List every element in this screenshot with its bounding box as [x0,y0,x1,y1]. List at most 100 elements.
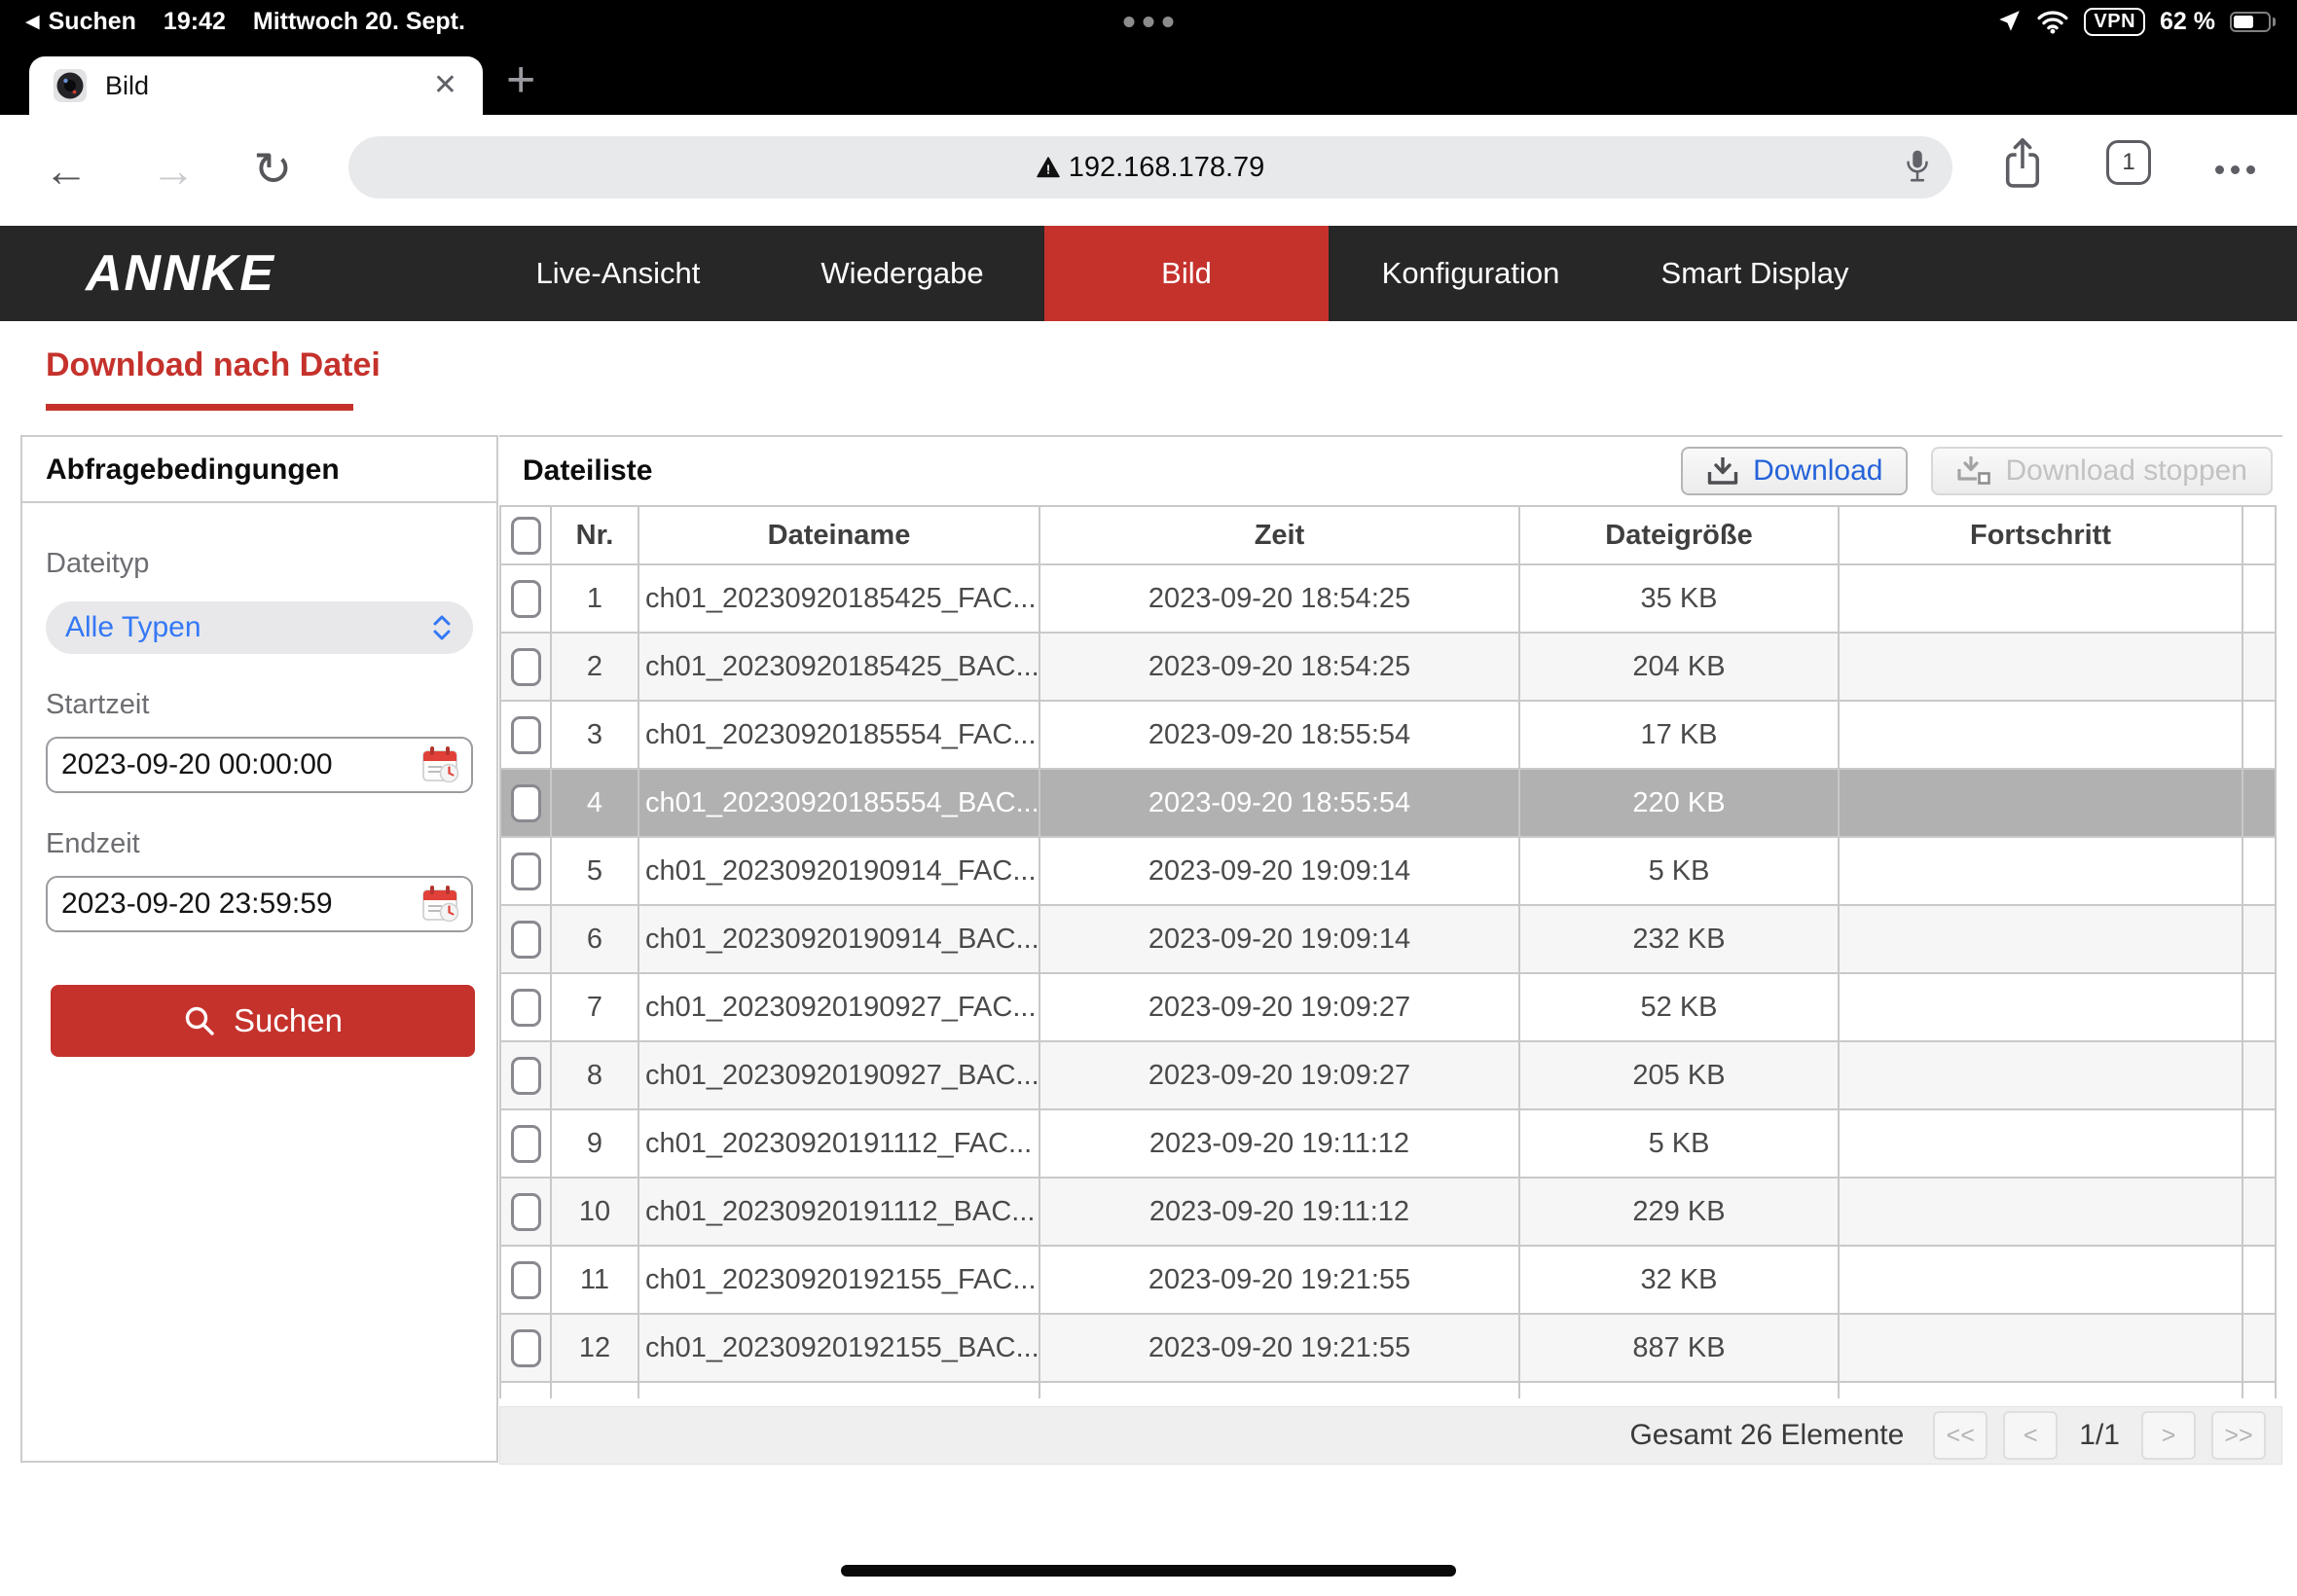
end-time-label: Endzeit [46,828,473,860]
col-header-name: Dateiname [638,506,1039,564]
cell-filename: ch01_20230920191112_FAC... [638,1109,1039,1178]
last-page-button[interactable]: >> [2211,1411,2266,1460]
next-page-button[interactable]: > [2141,1411,2196,1460]
insecure-warning-icon: ! [1037,157,1060,178]
url-text: 192.168.178.79 [1069,152,1265,184]
row-checkbox[interactable] [511,580,541,618]
row-checkbox[interactable] [511,716,541,754]
page-title-underline [46,404,353,411]
col-header-time: Zeit [1039,506,1519,564]
table-row[interactable]: 3 ch01_20230920185554_FAC... 2023-09-20 … [500,701,2276,769]
end-time-input[interactable]: 2023-09-20 23:59:59 [46,876,473,932]
search-button[interactable]: Suchen [51,985,475,1057]
cell-size: 52 KB [1519,973,1839,1041]
cell-progress [1839,564,2242,633]
share-button[interactable] [2001,136,2044,196]
file-table: Nr. Dateiname Zeit Dateigröße Fortschrit… [499,505,2277,1398]
table-row[interactable]: 1 ch01_20230920185425_FAC... 2023-09-20 … [500,564,2276,633]
home-indicator[interactable] [841,1565,1456,1577]
file-table-wrap: Nr. Dateiname Zeit Dateigröße Fortschrit… [499,505,2282,1398]
nav-tab-live-ansicht[interactable]: Live-Ansicht [476,226,760,321]
row-checkbox[interactable] [511,1125,541,1163]
calendar-icon[interactable] [420,744,461,785]
page-title-text[interactable]: Download nach Datei [46,346,381,383]
table-row[interactable]: 12 ch01_20230920192155_BAC... 2023-09-20… [500,1314,2276,1382]
cell-filename: ch01_20230920192155_BAC... [638,1314,1039,1382]
cell-progress [1839,1314,2242,1382]
calendar-icon[interactable] [420,884,461,925]
row-checkbox[interactable] [511,921,541,959]
search-button-label: Suchen [234,1002,343,1039]
cell-nr: 6 [551,905,638,973]
search-icon [183,1004,216,1037]
nav-tab-smart-display[interactable]: Smart Display [1613,226,1897,321]
row-checkbox[interactable] [511,784,541,822]
cell-size: 229 KB [1519,1178,1839,1246]
cell-size: 205 KB [1519,1041,1839,1109]
cell-nr: 12 [551,1314,638,1382]
cell-progress [1839,1041,2242,1109]
cell-nr: 1 [551,564,638,633]
cell-filename: ch01_20230920192155_FAC... [638,1246,1039,1314]
nav-tab-wiedergabe[interactable]: Wiedergabe [760,226,1044,321]
cell-time: 2023-09-20 18:54:25 [1039,633,1519,701]
table-row[interactable]: 7 ch01_20230920190927_FAC... 2023-09-20 … [500,973,2276,1041]
first-page-button[interactable]: << [1933,1411,1987,1460]
address-bar[interactable]: ! 192.168.178.79 [348,136,1952,199]
tabs-button[interactable]: 1 [2106,140,2151,185]
back-to-app-button[interactable]: ◀ Suchen [25,8,136,36]
cell-progress [1839,633,2242,701]
table-row[interactable]: 9 ch01_20230920191112_FAC... 2023-09-20 … [500,1109,2276,1178]
close-tab-icon[interactable]: ✕ [433,71,457,100]
cell-time: 2023-09-20 19:09:14 [1039,837,1519,905]
table-row[interactable]: 10 ch01_20230920191112_BAC... 2023-09-20… [500,1178,2276,1246]
download-button[interactable]: Download [1681,447,1908,495]
table-row[interactable]: 5 ch01_20230920190914_FAC... 2023-09-20 … [500,837,2276,905]
filelist-panel: Dateiliste Download [499,435,2282,1463]
page-title: Download nach Datei [46,346,381,411]
row-checkbox[interactable] [511,1057,541,1095]
download-stop-icon [1956,454,1991,488]
download-stop-button[interactable]: Download stoppen [1931,447,2273,495]
more-menu-button[interactable] [2215,165,2255,174]
filetype-select[interactable]: Alle Typen [46,601,473,654]
table-row[interactable]: 6 ch01_20230920190914_BAC... 2023-09-20 … [500,905,2276,973]
cell-time: 2023-09-20 18:55:54 [1039,769,1519,837]
table-row[interactable]: 8 ch01_20230920190927_BAC... 2023-09-20 … [500,1041,2276,1109]
wifi-icon [2036,9,2069,34]
row-checkbox[interactable] [511,1261,541,1299]
start-time-label: Startzeit [46,689,473,721]
row-checkbox[interactable] [511,648,541,686]
cell-size: 232 KB [1519,905,1839,973]
annke-logo: ANNKE [86,244,275,303]
cell-nr: 9 [551,1109,638,1178]
chevron-up-down-icon [430,612,454,643]
cell-size: 35 KB [1519,564,1839,633]
cell-time: 2023-09-20 19:11:12 [1039,1178,1519,1246]
row-checkbox[interactable] [511,852,541,890]
screen: ◀ Suchen 19:42 Mittwoch 20. Sept. VPN 62… [0,0,2297,1596]
select-all-checkbox[interactable] [511,517,541,555]
browser-tab[interactable]: Bild ✕ [29,56,483,115]
nav-tab-konfiguration[interactable]: Konfiguration [1329,226,1613,321]
tab-title: Bild [105,71,149,101]
prev-page-button[interactable]: < [2003,1411,2058,1460]
start-time-input[interactable]: 2023-09-20 00:00:00 [46,737,473,793]
cell-filename: ch01_20230920185425_BAC... [638,633,1039,701]
row-checkbox[interactable] [511,1329,541,1367]
row-checkbox[interactable] [511,1193,541,1231]
new-tab-button[interactable]: + [506,54,535,105]
table-row[interactable]: 2 ch01_20230920185425_BAC... 2023-09-20 … [500,633,2276,701]
battery-icon [2230,12,2276,32]
table-row-selected[interactable]: 4 ch01_20230920185554_BAC... 2023-09-20 … [500,769,2276,837]
nav-tab-bild[interactable]: Bild [1044,226,1329,321]
cell-nr: 2 [551,633,638,701]
back-button[interactable]: ← [44,148,89,193]
row-checkbox[interactable] [511,989,541,1027]
mic-icon[interactable] [1904,149,1931,194]
back-triangle-icon: ◀ [25,13,40,31]
table-row[interactable]: 11 ch01_20230920192155_FAC... 2023-09-20… [500,1246,2276,1314]
filetype-label: Dateityp [46,548,473,580]
reload-button[interactable]: ↻ [253,147,292,194]
forward-button[interactable]: → [151,148,196,193]
